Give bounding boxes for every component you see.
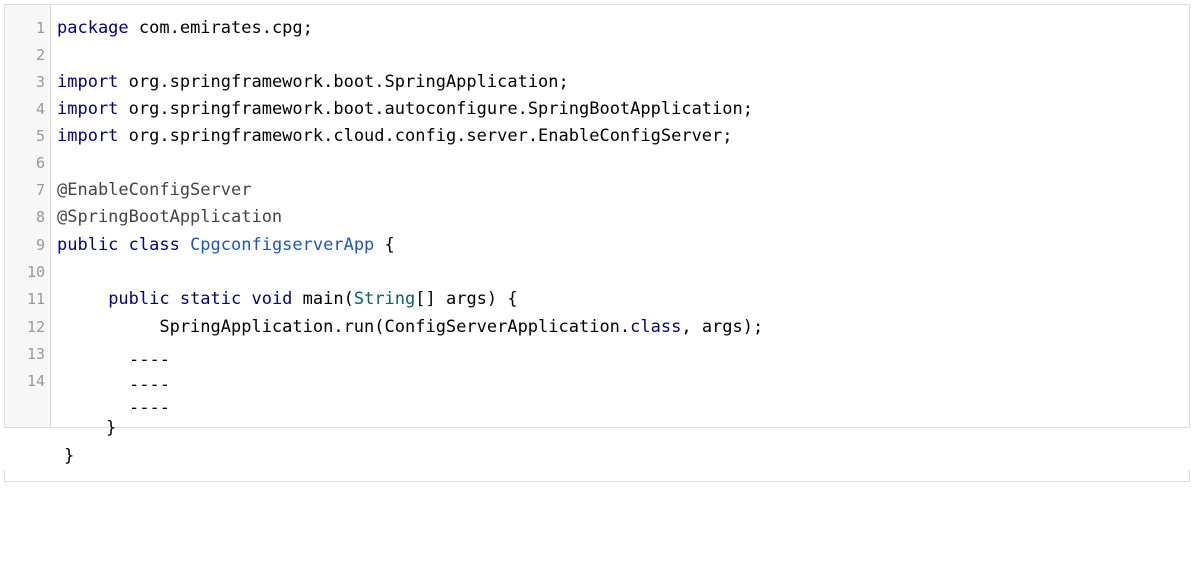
code-line-7: 7 @EnableConfigServer [5, 177, 1191, 204]
token-plain: org.springframework.cloud.config.server.… [118, 126, 733, 146]
code-line-10: 10 [5, 259, 1191, 286]
editor-bottom-border [4, 470, 1190, 482]
line-number: 13 [26, 345, 45, 363]
token-plain: [] args) { [415, 289, 518, 309]
token-kw: class [630, 317, 682, 337]
line-number: 14 [26, 372, 45, 390]
code-line-14: 14 [5, 368, 1191, 395]
token-cls: CpgconfigserverApp [190, 235, 375, 255]
line-code: public static void main(String[] args) { [57, 286, 518, 313]
line-code: import org.springframework.boot.SpringAp… [57, 69, 569, 96]
code-line-5: 5 import org.springframework.cloud.config… [5, 123, 1191, 150]
line-number: 3 [35, 73, 45, 91]
token-kw: import [57, 126, 119, 146]
line-code: package com.emirates.cpg; [57, 15, 313, 42]
token-plain: SpringApplication.run(ConfigServerApplic… [57, 317, 631, 337]
token-kw: import [57, 99, 119, 119]
line-number: 11 [26, 290, 45, 308]
code-line-2: 2 [5, 42, 1191, 69]
line-number: 2 [35, 46, 45, 64]
code-line-6: 6 [5, 150, 1191, 177]
code-line-4: 4 import org.springframework.boot.autocon… [5, 96, 1191, 123]
code-line-9: 9 public class CpgconfigserverApp { [5, 232, 1191, 259]
dash-line-2: ---- [129, 375, 170, 395]
code-line-11: 11 public static void main(String[] args… [5, 286, 1191, 313]
line-code: @SpringBootApplication [57, 204, 282, 231]
code-line-12: 12 SpringApplication.run(ConfigServerApp… [5, 314, 1191, 341]
code-editor[interactable]: 1 package com.emirates.cpg; 2 3 import org.s… [4, 4, 1190, 428]
token-ann: @EnableConfigServer [57, 180, 252, 200]
token-plain: main( [292, 289, 354, 309]
line-code: @EnableConfigServer [57, 177, 251, 204]
token-plain: , args); [681, 317, 764, 337]
code-line-8: 8 @SpringBootApplication [5, 204, 1191, 231]
line-number: 1 [35, 19, 45, 37]
class-closing-brace: } [64, 446, 75, 466]
token-kw: import [57, 72, 119, 92]
dash-line-3: ---- [129, 398, 170, 418]
token-plain: org.springframework.boot.SpringApplicati… [118, 72, 569, 92]
code-line-1: 1 package com.emirates.cpg; [5, 15, 1191, 42]
token-plain: { [374, 235, 395, 255]
line-number: 10 [26, 263, 45, 281]
method-closing-brace: } [106, 418, 117, 438]
token-kw: public static void [108, 289, 293, 309]
token-kw: public class [57, 235, 191, 255]
line-number: 5 [35, 127, 45, 145]
line-code: public class CpgconfigserverApp { [57, 232, 395, 259]
code-line-13: 13 [5, 341, 1191, 368]
token-ann: @SpringBootApplication [57, 207, 283, 227]
dash-line-1: ---- [129, 350, 170, 370]
token-kw: package [57, 18, 129, 38]
line-number: 7 [35, 181, 45, 199]
line-code: import org.springframework.boot.autoconf… [57, 96, 753, 123]
line-number: 8 [35, 208, 45, 226]
line-code: import org.springframework.cloud.config.… [57, 123, 733, 150]
line-number: 4 [35, 100, 45, 118]
code-line-3: 3 import org.springframework.boot.SpringA… [5, 69, 1191, 96]
line-number: 9 [35, 236, 45, 254]
line-number: 6 [35, 154, 45, 172]
token-str: String [353, 289, 416, 309]
line-number: 12 [26, 318, 45, 336]
token-plain: com.emirates.cpg; [128, 18, 313, 38]
token-plain: org.springframework.boot.autoconfigure.S… [118, 99, 753, 119]
line-code: SpringApplication.run(ConfigServerApplic… [57, 314, 763, 341]
